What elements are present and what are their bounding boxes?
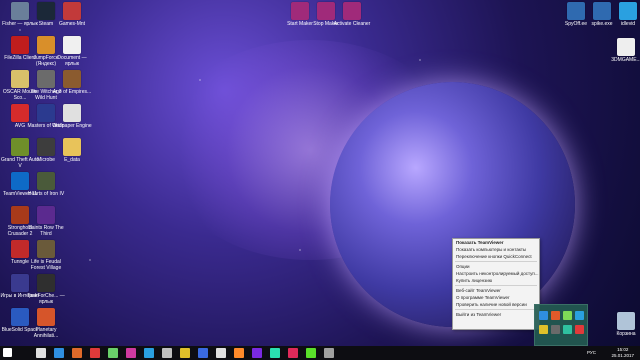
icon-life-feudal-label: Life is Feudal Forest Village <box>30 259 62 271</box>
tray-overflow-popup <box>534 304 588 346</box>
icon-planetary-icon <box>37 308 55 326</box>
menu-separator <box>455 309 537 310</box>
icon-wallpaper[interactable]: Wallpaper Engine <box>52 104 92 129</box>
menu-separator <box>455 261 537 262</box>
tray-icon[interactable] <box>575 311 584 320</box>
taskbar-app-icon[interactable] <box>54 348 64 358</box>
icon-saints-row[interactable]: Saints Row The Third <box>26 206 66 237</box>
icon-idlestar-icon <box>619 2 637 20</box>
icon-recycle-bin-icon <box>617 312 635 330</box>
tray-icon[interactable] <box>539 325 548 334</box>
icon-recycle-bin[interactable]: Корзина <box>606 312 640 337</box>
menu-item[interactable]: Настроить неконтролируемый доступ... <box>453 270 539 277</box>
icon-age-icon <box>63 70 81 88</box>
taskbar-app-icon[interactable] <box>126 348 136 358</box>
icon-age-label: Age of Empires... <box>52 89 92 95</box>
icon-idlestar-label: idlevid <box>620 21 636 27</box>
taskbar-app-icon[interactable] <box>288 348 298 358</box>
icon-games-label: Games-Mnt <box>58 21 86 27</box>
menu-item[interactable]: Опции <box>453 263 539 270</box>
icon-folder[interactable]: E_data <box>52 138 92 163</box>
menu-item[interactable]: Показать TeamViewer <box>453 239 539 246</box>
icon-text-file-icon <box>63 36 81 54</box>
menu-item[interactable]: Купить лицензию <box>453 277 539 284</box>
icon-tasker-icon <box>37 274 55 292</box>
taskbar-app-icon[interactable] <box>72 348 82 358</box>
icon-age[interactable]: Age of Empires... <box>52 70 92 95</box>
icon-tasker[interactable]: TaskForChe... — ярлык <box>26 274 66 305</box>
taskbar-app-icon[interactable] <box>162 348 172 358</box>
icon-folder-icon <box>63 138 81 156</box>
taskbar-app-icon[interactable] <box>270 348 280 358</box>
icon-saints-row-icon <box>37 206 55 224</box>
taskbar: РУС 15:02 25.01.2017 <box>0 346 640 360</box>
tray-icon[interactable] <box>563 325 572 334</box>
teamviewer-context-menu: Показать TeamViewer Показать компьютеры и… <box>452 238 540 330</box>
icon-saints-row-label: Saints Row The Third <box>28 225 64 237</box>
icon-tasker-label: TaskForChe... — ярлык <box>27 293 65 305</box>
taskbar-app-icon[interactable] <box>180 348 190 358</box>
menu-item[interactable]: Веб-сайт TeamViewer <box>453 287 539 294</box>
clock-date: 25.01.2017 <box>611 353 634 358</box>
menu-item[interactable]: Проверить наличие новой версии <box>453 301 539 308</box>
tray-icon[interactable] <box>551 311 560 320</box>
icon-startmaker-3-label: Activate Cleaner <box>333 21 371 27</box>
icon-text-file[interactable]: Document — ярлык <box>52 36 92 67</box>
taskbar-app-icon[interactable] <box>90 348 100 358</box>
tray-icon[interactable] <box>563 311 572 320</box>
icon-hearts-iron-icon <box>37 172 55 190</box>
icon-document-label: 3DMGAME... <box>611 57 640 63</box>
menu-item[interactable]: О программе TeamViewer <box>453 294 539 301</box>
icon-document[interactable]: 3DMGAME... <box>606 38 640 63</box>
tray-icon[interactable] <box>575 325 584 334</box>
icon-wallpaper-icon <box>63 104 81 122</box>
taskbar-app-icon[interactable] <box>36 348 46 358</box>
icon-folder-label: E_data <box>64 157 80 163</box>
icon-hearts-iron[interactable]: Hearts of Iron IV <box>26 172 66 197</box>
icon-wallpaper-label: Wallpaper Engine <box>52 123 92 129</box>
menu-separator <box>455 285 537 286</box>
taskbar-app-icon[interactable] <box>198 348 208 358</box>
taskbar-app-icon[interactable] <box>108 348 118 358</box>
icon-planetary-label: Planetary Annihilati... <box>33 327 59 339</box>
language-indicator[interactable]: РУС <box>587 350 596 355</box>
icon-life-feudal-icon <box>37 240 55 258</box>
taskbar-app-icon[interactable] <box>306 348 316 358</box>
icon-document-icon <box>617 38 635 56</box>
taskbar-app-icon[interactable] <box>234 348 244 358</box>
menu-item[interactable]: Переключение кнопки QuickConnect <box>453 253 539 260</box>
taskbar-app-icon[interactable] <box>216 348 226 358</box>
tray-icon[interactable] <box>551 325 560 334</box>
taskbar-app-icon[interactable] <box>144 348 154 358</box>
icon-startmaker-3-icon <box>343 2 361 20</box>
icon-idlestar[interactable]: idlevid <box>608 2 640 27</box>
icon-text-file-label: Document — ярлык <box>57 55 87 67</box>
icon-planetary[interactable]: Planetary Annihilati... <box>26 308 66 339</box>
icon-startmaker-3[interactable]: Activate Cleaner <box>332 2 372 27</box>
clock[interactable]: 15:02 25.01.2017 <box>611 347 634 359</box>
taskbar-app-icon[interactable] <box>324 348 334 358</box>
menu-item[interactable]: Показать компьютеры и контакты <box>453 246 539 253</box>
icon-recycle-bin-label: Корзина <box>616 331 636 337</box>
icon-games[interactable]: Games-Mnt <box>52 2 92 27</box>
windows-start-icon[interactable] <box>3 348 12 357</box>
taskbar-app-icon[interactable] <box>252 348 262 358</box>
icon-hearts-iron-label: Hearts of Iron IV <box>27 191 65 197</box>
menu-item[interactable]: Выйти из TeamViewer <box>453 311 539 318</box>
icon-games-icon <box>63 2 81 20</box>
icon-life-feudal[interactable]: Life is Feudal Forest Village <box>26 240 66 271</box>
tray-icon[interactable] <box>539 311 548 320</box>
